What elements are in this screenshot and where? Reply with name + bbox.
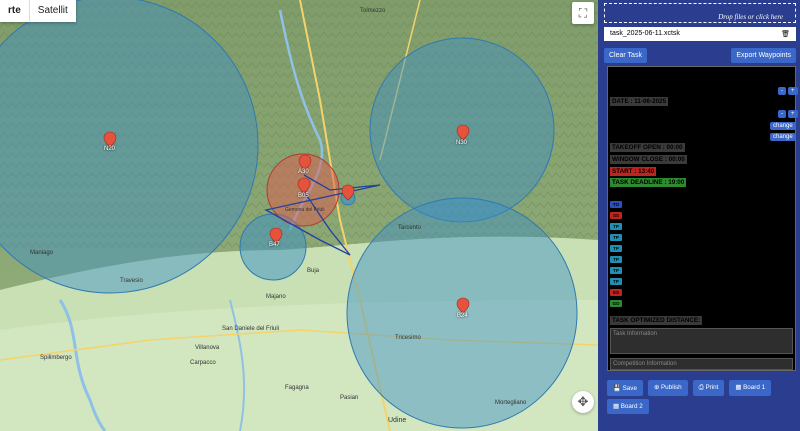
map-tab[interactable]: rte bbox=[0, 0, 29, 22]
grid-icon: ▦ bbox=[735, 384, 744, 391]
satellite-tab[interactable]: Satellit bbox=[28, 0, 76, 22]
task-date: DATE : 11-06-2025 bbox=[610, 97, 669, 106]
utc-minus-button[interactable]: - bbox=[778, 110, 786, 118]
takeoff-open: TAKEOFF OPEN : 00:00 bbox=[610, 143, 685, 152]
place-label: Mortegliano bbox=[495, 400, 527, 406]
locate-button[interactable]: ✥ bbox=[572, 391, 594, 413]
crosshair-icon: ✥ bbox=[577, 394, 589, 409]
place-label: Travesio bbox=[120, 278, 143, 284]
turnpoint-row[interactable]: TO D01 [400 m] bbox=[610, 200, 791, 209]
utc-plus-button[interactable]: + bbox=[788, 110, 798, 118]
place-label: Gemona del Friuli bbox=[285, 207, 325, 213]
place-label: Pasian bbox=[340, 395, 359, 401]
waypoint-label: N30 bbox=[456, 140, 468, 146]
place-label: San Daniele del Friuli bbox=[222, 326, 280, 332]
task-deadline: TASK DEADLINE : 19:00 bbox=[610, 178, 687, 187]
place-label: Maniago bbox=[30, 250, 54, 256]
waypoint-label: N20 bbox=[104, 146, 116, 152]
task-number: TASK N : 3 bbox=[612, 86, 645, 93]
task-type: TASK TYPE: RACE bbox=[612, 132, 669, 139]
turnpoint-row[interactable]: ES A30 [1200 m] 4.5 km bbox=[610, 288, 791, 297]
clear-task-button[interactable]: Clear Task bbox=[604, 48, 647, 63]
file-row: task_2025-06-11.xctsk 🗑 bbox=[604, 27, 796, 41]
turnpoint-row[interactable]: TP B47 [3000 m] 10.1 km bbox=[610, 277, 791, 286]
place-label: Tarcento bbox=[398, 225, 422, 231]
export-waypoints-button[interactable]: Export Waypoints bbox=[731, 48, 796, 63]
waypoint-label: B47 bbox=[269, 242, 280, 248]
optimized-distance-value: 65.8 km bbox=[762, 316, 792, 325]
place-label: Spilimbergo bbox=[40, 355, 72, 361]
competition-information-textarea[interactable]: Competition Information bbox=[610, 358, 793, 370]
waypoint-label: B24 bbox=[457, 313, 468, 319]
start-time: START : 13:40 bbox=[610, 167, 657, 176]
utc-offset: UTC OFFSET : +02:00 bbox=[612, 110, 677, 117]
trash-icon[interactable]: 🗑 bbox=[781, 30, 790, 38]
turnpoint-row[interactable]: SS B05 [4000 m] EXIT 1.2 km bbox=[610, 211, 791, 220]
file-name: task_2025-06-11.xctsk bbox=[610, 30, 680, 37]
turn-direction: TURN DIRECTION : LEFT bbox=[612, 121, 688, 128]
fullscreen-button[interactable]: ⛶ bbox=[572, 2, 594, 24]
task-type-change-button[interactable]: change bbox=[770, 133, 796, 141]
task-information-textarea[interactable]: Task Information bbox=[610, 328, 793, 354]
board1-button[interactable]: ▦ Board 1 bbox=[729, 380, 772, 396]
optimized-distance: TASK OPTIMIZED DISTANCE: 65.8 km bbox=[610, 316, 792, 325]
window-close: WINDOW CLOSE : 00:00 bbox=[610, 155, 687, 164]
place-label: Majano bbox=[266, 294, 286, 300]
action-buttons: 💾 Save ⊕ Publish ⎙ Print ▦ Board 1 ▦ Boa… bbox=[607, 380, 797, 414]
turnpoint-row[interactable]: TP N30 [10000 m] 9.2 km bbox=[610, 266, 791, 275]
turnpoint-row[interactable]: TP N20 [15500 m] 14.2 km bbox=[610, 233, 791, 242]
waypoint-label: B05 bbox=[298, 193, 309, 199]
globe-icon: ⊕ bbox=[653, 384, 661, 391]
grid-icon: ▦ bbox=[613, 403, 621, 410]
save-icon: 💾 bbox=[613, 385, 623, 392]
turnpoint-row[interactable]: TP B47 [4000 m] 6.0 km bbox=[610, 255, 791, 264]
turnpoint-row[interactable]: TP B24 [12000 m] 14.4 km bbox=[610, 244, 791, 253]
save-button[interactable]: 💾 Save bbox=[607, 380, 643, 396]
board2-button[interactable]: ▦ Board 2 bbox=[607, 399, 649, 414]
turn-direction-change-button[interactable]: change bbox=[770, 122, 796, 130]
turnpoint-row[interactable]: TP B24 [12500 m] 5.3 km bbox=[610, 222, 791, 231]
map-view[interactable]: N20 N30 A30 B05 B47 B24 Tolmezzo Gemona … bbox=[0, 0, 598, 431]
terrain-map bbox=[0, 0, 598, 431]
map-type-toggle: rte Satellit bbox=[0, 0, 76, 22]
place-label: Udine bbox=[388, 417, 407, 424]
waypoint-label: A30 bbox=[298, 169, 309, 175]
place-label: Carpacco bbox=[190, 360, 216, 366]
optimized-distance-label: TASK OPTIMIZED DISTANCE: bbox=[610, 316, 703, 325]
place-label: Villanova bbox=[195, 345, 220, 351]
print-button[interactable]: ⎙ Print bbox=[692, 380, 725, 396]
publish-button[interactable]: ⊕ Publish bbox=[647, 380, 688, 396]
place-label: Buja bbox=[307, 268, 320, 274]
fullscreen-icon: ⛶ bbox=[578, 6, 588, 20]
place-label: Fagagna bbox=[285, 385, 309, 391]
task-number-minus-button[interactable]: - bbox=[778, 87, 786, 95]
place-label: Tricesimo bbox=[395, 335, 421, 341]
task-number-plus-button[interactable]: + bbox=[788, 87, 798, 95]
taskboard: Taskboard TASK N : 3 DATE : 11-06-2025 U… bbox=[607, 66, 798, 371]
place-label: Tolmezzo bbox=[360, 8, 386, 14]
taskboard-title: Taskboard bbox=[680, 68, 723, 79]
turnpoint-row[interactable]: GO A30 [200 m] CYLINDER 1.0 km bbox=[610, 299, 791, 308]
file-drop-zone[interactable]: Drop files or click here bbox=[604, 3, 796, 23]
